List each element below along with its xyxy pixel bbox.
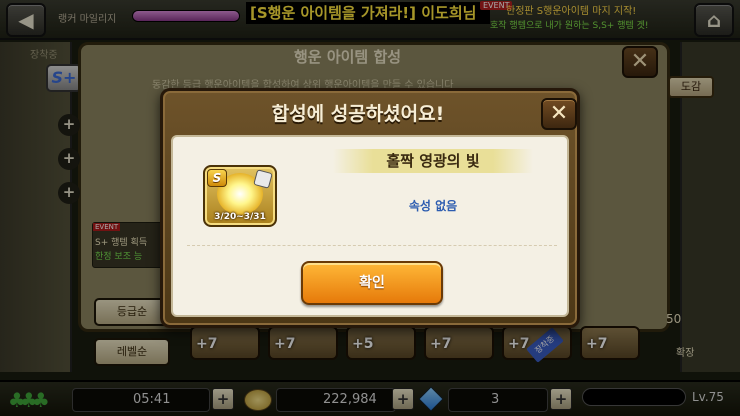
grade-badge: S [207, 169, 227, 187]
confirm-button[interactable]: 확인 [301, 261, 443, 305]
modal-body: S 3/20~3/31 홀짝 영광의 빛 속성 없음 확인 [171, 135, 569, 317]
close-icon: ✕ [549, 101, 569, 126]
synthesis-success-modal: 합성에 성공하셨어요! ✕ S 3/20~3/31 홀짝 영광의 빛 속성 없음… [160, 88, 580, 328]
item-period: 3/20~3/31 [214, 212, 266, 222]
divider [187, 245, 557, 246]
modal-title: 합성에 성공하셨어요! [271, 103, 445, 125]
result-item-attribute: 속성 없음 [408, 199, 458, 213]
result-item-icon: S 3/20~3/31 [203, 165, 277, 227]
result-item-name: 홀짝 영광의 빛 [386, 152, 480, 170]
modal-close-button[interactable]: ✕ [541, 98, 577, 130]
